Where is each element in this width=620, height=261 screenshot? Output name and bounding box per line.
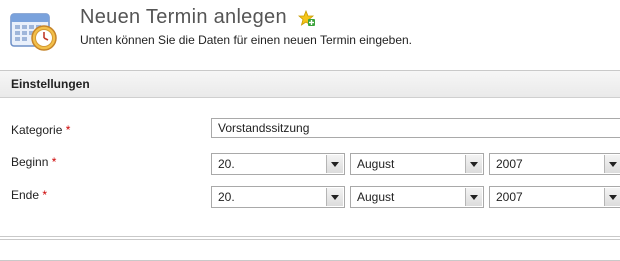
second-panel-edge bbox=[0, 239, 620, 261]
required-marker: * bbox=[42, 188, 48, 202]
required-marker: * bbox=[65, 123, 71, 137]
begin-year-value: 2007 bbox=[496, 157, 523, 171]
chevron-down-icon[interactable] bbox=[604, 188, 620, 206]
chevron-down-icon[interactable] bbox=[326, 188, 343, 206]
chevron-down-icon[interactable] bbox=[604, 155, 620, 173]
end-day-value: 20. bbox=[218, 190, 235, 204]
category-label: Kategorie * bbox=[11, 123, 70, 137]
chevron-down-icon[interactable] bbox=[465, 188, 482, 206]
begin-label: Beginn * bbox=[11, 155, 56, 169]
chevron-down-icon[interactable] bbox=[326, 155, 343, 173]
settings-heading: Einstellungen bbox=[0, 71, 620, 98]
star-plus-icon bbox=[298, 10, 315, 26]
category-input[interactable]: Vorstandssitzung bbox=[211, 118, 620, 138]
end-label-text: Ende bbox=[11, 188, 40, 202]
begin-label-text: Beginn bbox=[11, 155, 49, 169]
end-year-value: 2007 bbox=[496, 190, 523, 204]
category-label-text: Kategorie bbox=[11, 123, 63, 137]
begin-month-select[interactable]: August bbox=[350, 153, 484, 175]
chevron-down-icon[interactable] bbox=[465, 155, 482, 173]
end-day-select[interactable]: 20. bbox=[211, 186, 345, 208]
end-month-value: August bbox=[357, 190, 395, 204]
settings-panel: Einstellungen Kategorie * Vorstandssitzu… bbox=[0, 70, 620, 237]
end-label: Ende * bbox=[11, 188, 47, 202]
end-month-select[interactable]: August bbox=[350, 186, 484, 208]
calendar-clock-icon bbox=[10, 13, 57, 51]
page-header: Neuen Termin anlegen Unten können Sie di… bbox=[0, 0, 620, 70]
end-year-select[interactable]: 2007 bbox=[489, 186, 620, 208]
begin-day-value: 20. bbox=[218, 157, 235, 171]
page-title: Neuen Termin anlegen bbox=[80, 6, 287, 28]
begin-year-select[interactable]: 2007 bbox=[489, 153, 620, 175]
begin-day-select[interactable]: 20. bbox=[211, 153, 345, 175]
required-marker: * bbox=[51, 155, 57, 169]
page-subtitle: Unten können Sie die Daten für einen neu… bbox=[80, 33, 413, 47]
begin-month-value: August bbox=[357, 157, 395, 171]
